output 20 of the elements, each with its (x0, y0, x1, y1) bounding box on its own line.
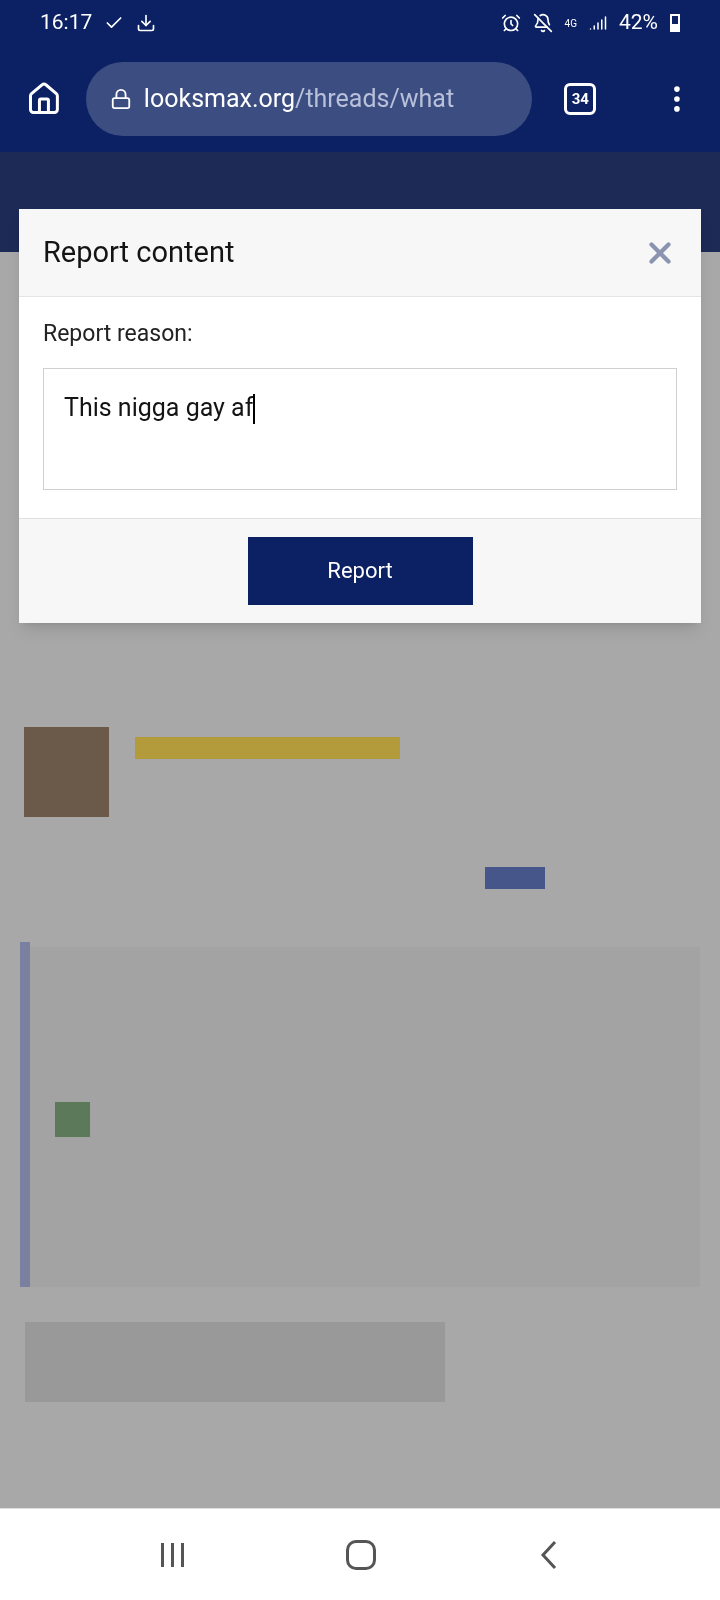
battery-level: 42% (619, 9, 658, 37)
network-type: 4G (564, 16, 577, 31)
alarm-icon (500, 13, 521, 33)
field-label: Report reason: (43, 319, 194, 349)
back-icon[interactable] (538, 1539, 559, 1570)
url-text: looksmax.org/threads/what (143, 83, 455, 116)
report-reason-field[interactable]: This nigga gay af (43, 367, 677, 490)
home-button-icon[interactable] (346, 1539, 377, 1570)
recent-apps-icon[interactable] (161, 1542, 185, 1567)
battery-icon (670, 14, 680, 32)
home-icon[interactable] (26, 81, 62, 117)
report-button[interactable]: Report (247, 536, 473, 605)
signal-icon (589, 14, 607, 32)
lock-icon (109, 88, 132, 110)
tab-count-button[interactable]: 34 (564, 83, 597, 115)
dialog-title: Report content (43, 233, 236, 271)
clock: 16:17 (40, 9, 93, 37)
address-bar[interactable]: looksmax.org/threads/what (85, 62, 533, 136)
download-icon (136, 13, 157, 33)
mute-icon (532, 13, 553, 33)
